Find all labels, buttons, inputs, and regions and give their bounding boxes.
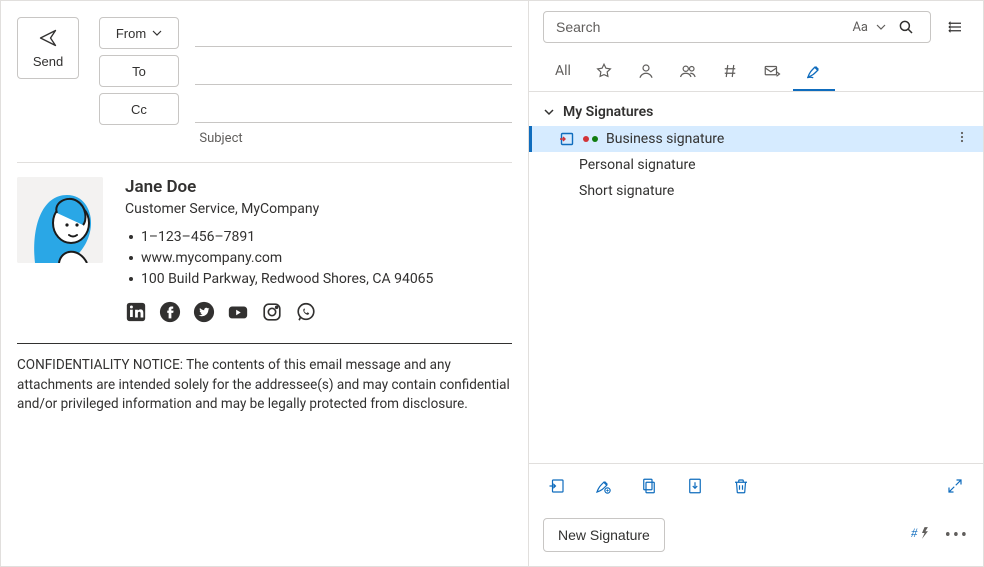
tab-hashtag[interactable] <box>709 53 751 91</box>
more-icon[interactable]: ••• <box>945 525 969 546</box>
signature-phone: 1–123–456–7891 <box>125 229 433 245</box>
subject-label: Subject <box>181 131 261 146</box>
signature-item-label: Personal signature <box>579 157 696 173</box>
tree-header[interactable]: My Signatures <box>529 100 983 126</box>
signature-item-business[interactable]: Business signature <box>529 126 983 152</box>
search-input[interactable] <box>554 18 842 36</box>
star-icon <box>595 62 613 80</box>
send-label: Send <box>33 54 63 69</box>
from-label: From <box>116 26 146 41</box>
tab-all[interactable]: All <box>543 53 583 91</box>
import-icon[interactable] <box>681 472 709 500</box>
filter-options-icon[interactable] <box>941 13 969 41</box>
chevron-down-icon <box>543 106 555 118</box>
tree-header-label: My Signatures <box>563 104 653 120</box>
facebook-icon[interactable] <box>159 301 181 323</box>
footer: New Signature # ••• <box>529 508 983 566</box>
filter-tabs: All <box>529 51 983 92</box>
signature-name: Jane Doe <box>125 177 433 197</box>
tab-favorites[interactable] <box>583 53 625 91</box>
send-button[interactable]: Send <box>17 17 79 79</box>
to-label: To <box>132 64 146 79</box>
edit-icon[interactable] <box>589 472 617 500</box>
pen-icon <box>805 62 823 80</box>
signature-website: www.mycompany.com <box>125 250 433 266</box>
cc-label: Cc <box>131 102 147 117</box>
signature-item-label: Short signature <box>579 183 674 199</box>
item-menu-icon[interactable] <box>955 130 969 148</box>
signature-item-short[interactable]: Short signature <box>529 178 983 204</box>
signature-tree: My Signatures Business signature Persona… <box>529 92 983 463</box>
to-button[interactable]: To <box>99 55 179 87</box>
signature-address: 100 Build Parkway, Redwood Shores, CA 94… <box>125 271 433 287</box>
tab-mail[interactable] <box>751 53 793 91</box>
signature-item-label: Business signature <box>606 131 724 147</box>
person-icon <box>637 62 655 80</box>
copy-icon[interactable] <box>635 472 663 500</box>
compose-pane: Send From To Cc <box>1 1 529 566</box>
svg-text:#: # <box>911 526 918 540</box>
send-icon <box>38 28 58 48</box>
hash-bolt-icon[interactable]: # <box>911 525 933 545</box>
from-input[interactable] <box>195 19 512 47</box>
insert-icon[interactable] <box>543 472 571 500</box>
delete-icon[interactable] <box>727 472 755 500</box>
youtube-icon[interactable] <box>227 301 249 323</box>
tab-person[interactable] <box>625 53 667 91</box>
expand-icon[interactable] <box>941 472 969 500</box>
hash-icon <box>721 62 739 80</box>
signature-insert-icon <box>559 131 575 147</box>
action-toolbar <box>529 463 983 508</box>
confidentiality-notice: CONFIDENTIALITY NOTICE: The contents of … <box>17 356 512 415</box>
divider <box>17 162 512 163</box>
mail-move-icon <box>763 62 781 80</box>
search-box[interactable]: Aa <box>543 11 931 43</box>
cc-input[interactable] <box>195 95 512 123</box>
search-icon[interactable] <box>892 13 920 41</box>
signature-preview: Jane Doe Customer Service, MyCompany 1–1… <box>17 177 512 323</box>
case-sensitive-toggle[interactable]: Aa <box>850 20 870 35</box>
chevron-down-icon <box>152 28 162 38</box>
signatures-panel: Aa All My Signatures <box>529 1 983 566</box>
twitter-icon[interactable] <box>193 301 215 323</box>
from-button[interactable]: From <box>99 17 179 49</box>
to-input[interactable] <box>195 57 512 85</box>
new-signature-button[interactable]: New Signature <box>543 518 665 552</box>
status-dots <box>583 136 598 142</box>
signature-item-personal[interactable]: Personal signature <box>529 152 983 178</box>
tab-people[interactable] <box>667 53 709 91</box>
cc-button[interactable]: Cc <box>99 93 179 125</box>
instagram-icon[interactable] <box>261 301 283 323</box>
chevron-down-icon[interactable] <box>876 22 886 32</box>
linkedin-icon[interactable] <box>125 301 147 323</box>
avatar <box>17 177 103 263</box>
signature-rule <box>17 343 512 344</box>
signature-title: Customer Service, MyCompany <box>125 201 433 217</box>
tab-signatures[interactable] <box>793 53 835 91</box>
whatsapp-icon[interactable] <box>295 301 317 323</box>
people-icon <box>679 62 697 80</box>
